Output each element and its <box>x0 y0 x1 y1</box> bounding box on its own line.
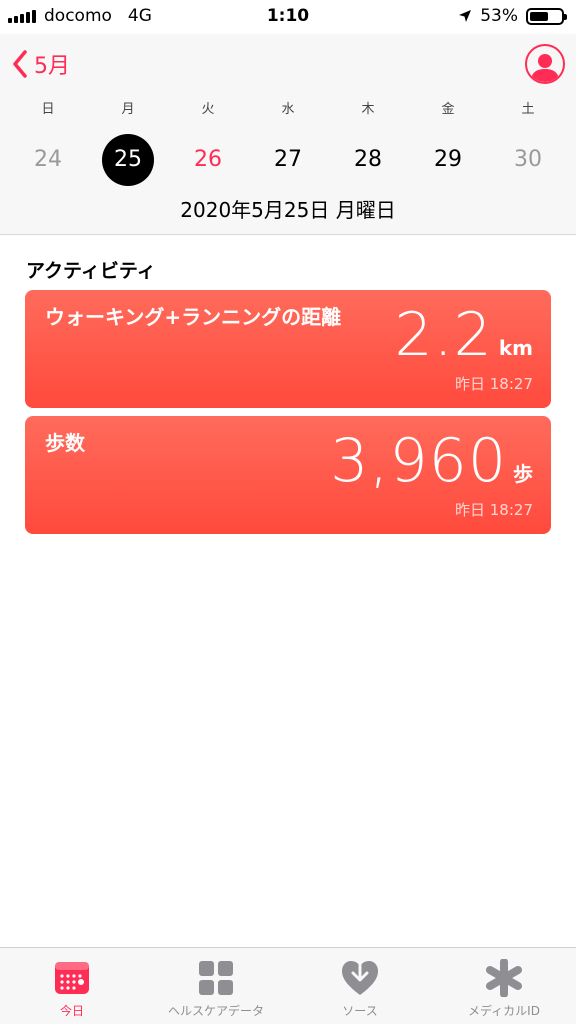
full-date-label: 2020年5月25日 月曜日 <box>180 198 396 222</box>
asterisk-icon <box>486 959 522 997</box>
tab-label: ソース <box>342 1004 378 1018</box>
weekday-label: 火 <box>201 102 215 117</box>
date-number: 29 <box>434 147 462 172</box>
card-value: 3,960 歩 <box>330 426 533 496</box>
date-row: 24 25 26 27 28 29 30 <box>0 134 576 186</box>
heart-download-icon <box>342 959 378 995</box>
weekday-row: 日 月 火 水 木 金 土 <box>0 98 576 117</box>
date-number: 30 <box>514 147 542 172</box>
battery-icon <box>526 7 567 25</box>
date-cell[interactable]: 30 <box>488 134 568 186</box>
tab-label: メディカルID <box>468 1004 540 1018</box>
distance-card[interactable]: ウォーキング+ランニングの距離 2.2 km 昨日 18:27 <box>25 290 551 408</box>
card-value: 2.2 km <box>394 300 533 370</box>
date-cell[interactable]: 28 <box>328 134 408 186</box>
tab-sources[interactable]: ソース <box>288 948 432 1024</box>
profile-button[interactable] <box>525 44 565 84</box>
location-arrow-icon <box>459 10 472 22</box>
date-number: 24 <box>34 147 62 172</box>
tab-label: 今日 <box>59 1004 84 1018</box>
tab-bar: 今日 ヘルスケアデータ ソース メディカルID <box>0 947 576 1024</box>
status-bar: docomo 4G 1:10 53% <box>0 0 576 34</box>
weekday-label: 日 <box>41 102 55 117</box>
card-timestamp: 昨日 18:27 <box>455 501 533 519</box>
battery-percent: 53% <box>480 6 518 26</box>
back-button[interactable]: 5月 <box>12 48 70 80</box>
calendar-header: 5月 日 月 火 水 木 金 土 24 25 26 27 28 29 30 20… <box>0 34 576 235</box>
status-right: 53% <box>458 6 567 26</box>
weekday-label: 木 <box>361 102 375 117</box>
card-unit: km <box>498 336 533 360</box>
grid-icon <box>199 961 233 995</box>
tab-label: ヘルスケアデータ <box>167 1004 264 1018</box>
tab-medical-id[interactable]: メディカルID <box>432 948 576 1024</box>
tab-health-data[interactable]: ヘルスケアデータ <box>144 948 288 1024</box>
date-cell[interactable]: 24 <box>8 134 88 186</box>
activity-section-title: アクティビティ <box>26 260 156 282</box>
date-cell[interactable]: 27 <box>248 134 328 186</box>
weekday-label: 土 <box>521 102 535 117</box>
card-unit: 歩 <box>513 462 533 486</box>
date-cell-today[interactable]: 26 <box>168 134 248 186</box>
weekday-label: 月 <box>121 102 135 117</box>
date-number: 25 <box>102 134 154 186</box>
person-icon <box>531 54 559 82</box>
date-number: 27 <box>274 147 302 172</box>
card-label: 歩数 <box>45 431 85 455</box>
card-number: 2.2 <box>394 300 493 370</box>
calendar-icon <box>55 962 89 994</box>
date-number: 26 <box>194 147 222 172</box>
tab-today[interactable]: 今日 <box>0 948 144 1024</box>
card-timestamp: 昨日 18:27 <box>455 375 533 393</box>
weekday-label: 金 <box>441 102 455 117</box>
card-label: ウォーキング+ランニングの距離 <box>45 305 342 329</box>
date-cell-selected[interactable]: 25 <box>88 134 168 186</box>
date-number: 28 <box>354 147 382 172</box>
steps-card[interactable]: 歩数 3,960 歩 昨日 18:27 <box>25 416 551 534</box>
chevron-left-icon <box>13 50 27 78</box>
date-cell[interactable]: 29 <box>408 134 488 186</box>
card-number: 3,960 <box>330 426 507 496</box>
back-label: 5月 <box>34 54 70 79</box>
weekday-label: 水 <box>281 102 295 117</box>
